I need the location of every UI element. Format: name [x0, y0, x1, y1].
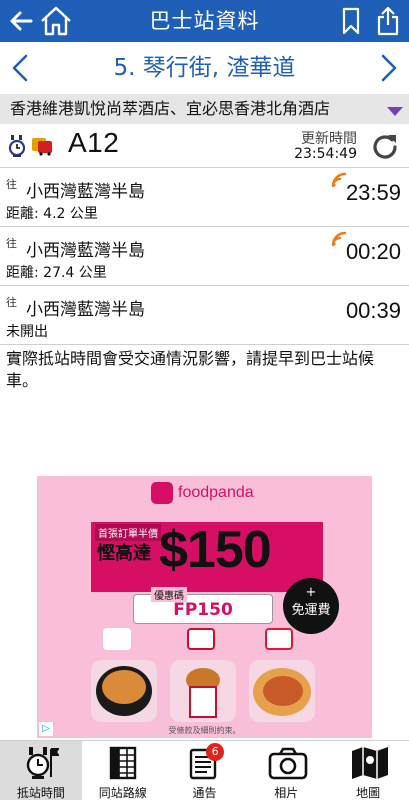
- eta-row[interactable]: 往 小西灣藍灣半島 距離: 4.2 公里 23:59: [0, 168, 409, 227]
- plus-text: +: [305, 585, 317, 600]
- rice-bowl-image: [91, 660, 157, 722]
- kfc-logo: [187, 628, 215, 650]
- panda-icon: [151, 482, 173, 504]
- app-bar: 巴士站資料: [0, 0, 409, 42]
- eta-time: 00:20: [345, 239, 401, 264]
- update-time-label: 更新時間: [301, 131, 357, 147]
- tab-photos[interactable]: 相片: [245, 741, 327, 800]
- promo-amount: $150: [159, 521, 272, 579]
- update-time: 23:54:49: [294, 146, 357, 162]
- ad-brand: foodpanda: [178, 484, 254, 501]
- bus-icon: [31, 136, 53, 160]
- promo-label-big: 慳高達: [97, 543, 151, 564]
- direction-label: 往: [6, 237, 17, 250]
- chevron-right-icon[interactable]: [371, 42, 407, 94]
- eta-notice: 實際抵站時間會受交通情況影響，請提早到巴士站候車。: [6, 349, 375, 390]
- direction-label: 往: [6, 178, 17, 191]
- clock-flag-icon: [8, 134, 28, 162]
- map-icon: [350, 745, 389, 781]
- tab-eta[interactable]: 抵站時間: [0, 741, 82, 800]
- tab-label: 地圖: [356, 786, 381, 800]
- free-delivery-text: 免運費: [291, 603, 331, 618]
- route-number: A12: [68, 127, 120, 158]
- tab-notices[interactable]: 6 通告: [164, 741, 246, 800]
- destination: 小西灣藍灣半島: [26, 182, 145, 202]
- triangle-down-icon[interactable]: [387, 107, 403, 116]
- tab-label: 相片: [274, 786, 299, 800]
- eta-time: 00:39: [345, 298, 401, 323]
- pizza-hut-logo: [265, 628, 293, 650]
- timetable-icon: [105, 745, 141, 781]
- destination: 小西灣藍灣半島: [26, 241, 145, 261]
- stop-header: 5. 琴行街, 渣華道: [0, 42, 409, 94]
- live-signal-icon: [331, 172, 347, 188]
- eta-row[interactable]: 往 小西灣藍灣半島 距離: 27.4 公里 00:20: [0, 227, 409, 286]
- stop-address-bar[interactable]: 香港維港凱悅尚萃酒店、宜必思香港北角酒店: [0, 94, 409, 124]
- distance: 距離: 4.2 公里: [6, 206, 98, 222]
- promo-code: FP150: [173, 600, 233, 620]
- tab-map[interactable]: 地圖: [327, 741, 409, 800]
- direction-label: 往: [6, 296, 17, 309]
- refresh-icon[interactable]: [369, 131, 401, 163]
- share-icon[interactable]: [373, 0, 403, 42]
- departure-status: 未開出: [6, 324, 48, 340]
- eta-row[interactable]: 往 小西灣藍灣半島 未開出 00:39: [0, 286, 409, 345]
- advertisement-banner[interactable]: foodpanda 首張訂單半價 慳高達 $150 優惠碼 FP150 + 免運…: [37, 476, 372, 738]
- stop-address: 香港維港凱悅尚萃酒店、宜必思香港北角酒店: [10, 99, 331, 118]
- free-delivery-badge: + 免運費: [283, 578, 339, 634]
- destination: 小西灣藍灣半島: [26, 300, 145, 320]
- live-signal-icon: [331, 231, 347, 247]
- distance: 距離: 27.4 公里: [6, 265, 107, 281]
- tab-label: 通告: [192, 786, 217, 800]
- ad-fine-print: 受條款及細則約束。: [168, 726, 241, 735]
- pizza-image: [249, 660, 315, 722]
- stop-name: 5. 琴行街, 渣華道: [113, 55, 296, 81]
- fried-chicken-image: [170, 660, 236, 722]
- clock-flag-icon: [23, 745, 60, 781]
- eta-time: 23:59: [345, 180, 401, 205]
- camera-icon: [268, 745, 308, 781]
- tab-same-stop-routes[interactable]: 同站路線: [82, 741, 164, 800]
- route-header: A12 更新時間 23:54:49: [0, 124, 409, 168]
- adchoices-icon[interactable]: ▷: [39, 722, 53, 736]
- tab-label: 抵站時間: [16, 786, 65, 800]
- tab-label: 同站路線: [98, 786, 147, 800]
- chevron-left-icon[interactable]: [2, 42, 38, 94]
- foodpanda-logo: foodpanda: [151, 482, 254, 504]
- bottom-tab-bar: 抵站時間 同站路線 6 通告 相片 地圖: [0, 740, 409, 800]
- restaurant-logo: [103, 628, 131, 650]
- notice-count-badge: 6: [206, 743, 225, 761]
- bookmark-icon[interactable]: [337, 0, 365, 42]
